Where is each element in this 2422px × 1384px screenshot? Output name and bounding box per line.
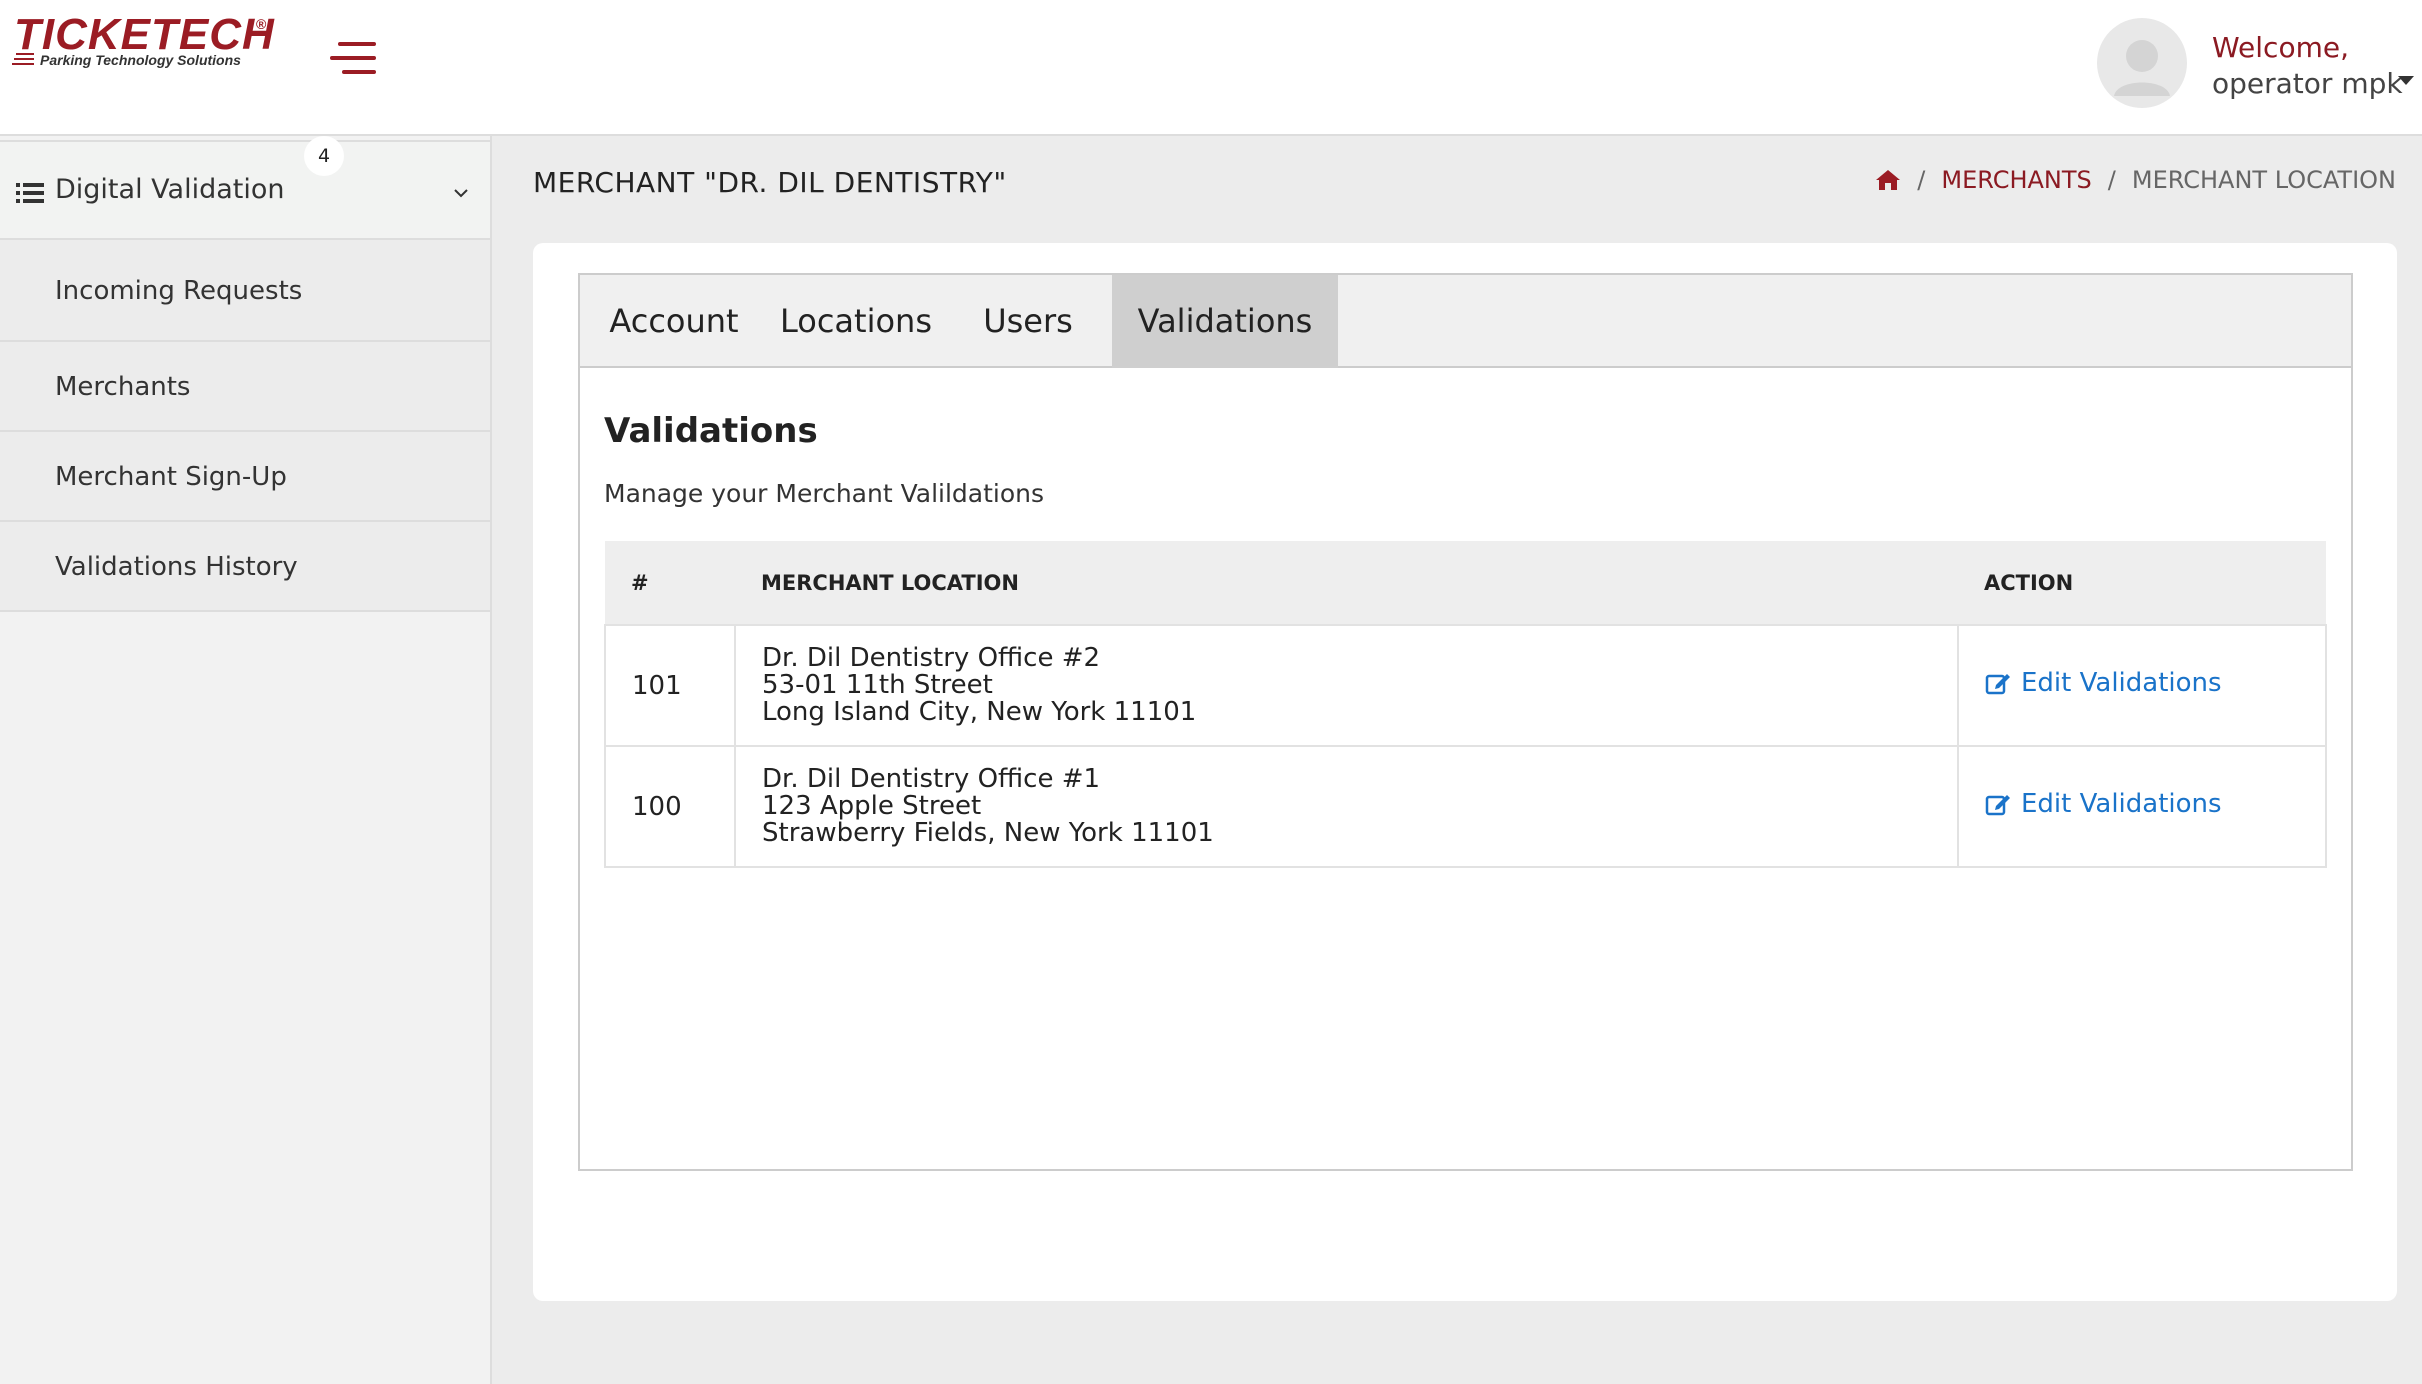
ticketech-logo[interactable]: TICKETECH ® Parking Technology Solutions	[12, 10, 274, 74]
list-icon	[16, 183, 44, 203]
page-title: MERCHANT "DR. DIL DENTISTRY"	[533, 166, 1007, 199]
location-street: 53-01 11th Street	[762, 670, 993, 700]
chevron-down-icon[interactable]	[452, 186, 470, 200]
sidebar-item-label: Merchant Sign-Up	[55, 462, 287, 492]
column-header-number: #	[605, 541, 735, 625]
table-row: 100 Dr. Dil Dentistry Office #1 123 Appl…	[604, 745, 2327, 868]
table-row: 101 Dr. Dil Dentistry Office #2 53-01 11…	[604, 624, 2327, 747]
breadcrumb: / MERCHANTS / MERCHANT LOCATION	[1875, 166, 2396, 194]
incoming-requests-count-badge: 4	[304, 136, 344, 176]
logo-registered-mark: ®	[256, 16, 267, 32]
tab-panel: Account Locations Users Validations Vali…	[578, 273, 2353, 1171]
edit-validations-label: Edit Validations	[2021, 668, 2222, 698]
row-id: 101	[604, 624, 736, 747]
row-merchant-location: Dr. Dil Dentistry Office #1 123 Apple St…	[734, 745, 1959, 868]
hamburger-menu-icon[interactable]	[330, 40, 378, 76]
edit-icon	[1985, 795, 2010, 816]
sidebar-item-label: Merchants	[55, 372, 191, 402]
edit-validations-link[interactable]: Edit Validations	[1985, 789, 2222, 819]
sidebar-item-label: Incoming Requests	[55, 276, 303, 306]
breadcrumb-separator: /	[2107, 166, 2116, 194]
sidebar-item-incoming-requests[interactable]: Incoming Requests	[0, 240, 490, 342]
sidebar-item-validations-history[interactable]: Validations History	[0, 522, 490, 612]
row-action: Edit Validations	[1957, 745, 2327, 868]
user-avatar-icon[interactable]	[2097, 18, 2187, 108]
logo-tagline: Parking Technology Solutions	[40, 52, 241, 68]
sidebar-item-merchants[interactable]: Merchants	[0, 342, 490, 432]
location-name: Dr. Dil Dentistry Office #1	[762, 764, 1101, 794]
sidebar-section-title: Digital Validation	[55, 174, 285, 205]
validations-table: # MERCHANT LOCATION ACTION 101 Dr. Dil D…	[604, 541, 2327, 868]
sidebar: Digital Validation Incoming Requests Mer…	[0, 136, 492, 1384]
location-city: Strawberry Fields, New York 11101	[762, 818, 1214, 848]
top-header: TICKETECH ® Parking Technology Solutions…	[0, 0, 2422, 136]
welcome-label: Welcome,	[2212, 31, 2349, 64]
location-name: Dr. Dil Dentistry Office #2	[762, 643, 1101, 673]
sidebar-item-label: Validations History	[55, 552, 298, 582]
tab-locations[interactable]: Locations	[768, 275, 944, 368]
table-header-row: # MERCHANT LOCATION ACTION	[605, 541, 2326, 625]
column-header-merchant-location: MERCHANT LOCATION	[735, 541, 1958, 625]
sidebar-item-merchant-sign-up[interactable]: Merchant Sign-Up	[0, 432, 490, 522]
tab-users[interactable]: Users	[944, 275, 1112, 368]
breadcrumb-current: MERCHANT LOCATION	[2131, 166, 2396, 194]
home-icon[interactable]	[1875, 168, 1901, 192]
username-label: operator mpk	[2212, 67, 2403, 100]
section-heading: Validations	[604, 411, 818, 451]
section-subtitle: Manage your Merchant Valildations	[604, 479, 1045, 508]
column-header-action: ACTION	[1958, 541, 2326, 625]
edit-validations-link[interactable]: Edit Validations	[1985, 668, 2222, 698]
breadcrumb-separator: /	[1917, 166, 1926, 194]
sidebar-section-digital-validation[interactable]: Digital Validation	[0, 140, 490, 240]
user-menu-caret-icon[interactable]	[2398, 76, 2414, 85]
logo-speed-lines-icon	[12, 53, 34, 65]
location-city: Long Island City, New York 11101	[762, 697, 1197, 727]
location-street: 123 Apple Street	[762, 791, 982, 821]
tab-validations[interactable]: Validations	[1112, 275, 1338, 368]
row-id: 100	[604, 745, 736, 868]
breadcrumb-merchants-link[interactable]: MERCHANTS	[1941, 166, 2091, 194]
tab-account[interactable]: Account	[580, 275, 768, 368]
row-action: Edit Validations	[1957, 624, 2327, 747]
edit-validations-label: Edit Validations	[2021, 789, 2222, 819]
tab-bar: Account Locations Users Validations	[580, 275, 2351, 368]
row-merchant-location: Dr. Dil Dentistry Office #2 53-01 11th S…	[734, 624, 1959, 747]
user-menu[interactable]: Welcome, operator mpk	[2212, 30, 2403, 102]
edit-icon	[1985, 674, 2010, 695]
content-card: Account Locations Users Validations Vali…	[533, 243, 2397, 1301]
